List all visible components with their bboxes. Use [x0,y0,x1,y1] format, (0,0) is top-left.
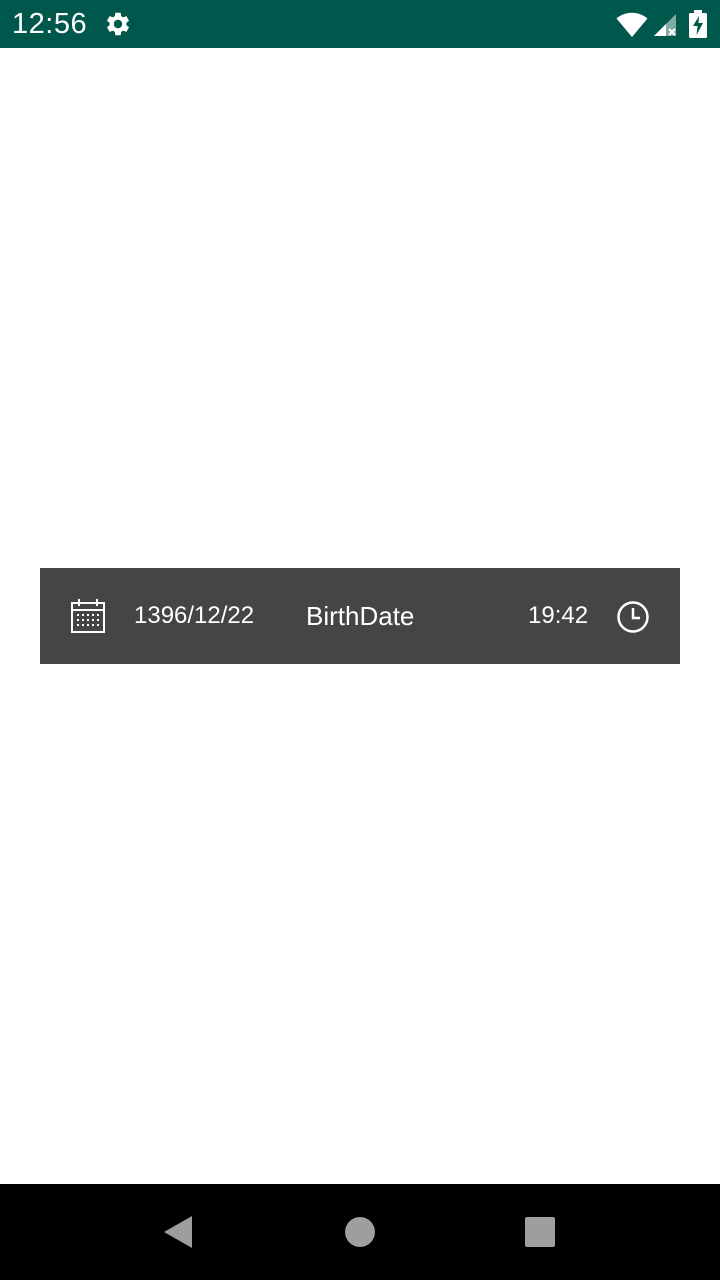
status-bar: 12:56 [0,0,720,48]
home-icon[interactable] [344,1216,376,1248]
battery-charging-icon [689,10,707,38]
gear-icon [107,12,129,36]
date-value[interactable]: 1396/12/22 [134,598,254,634]
calendar-icon[interactable] [70,598,106,634]
picker-title: BirthDate [306,601,415,631]
cell-signal-icon [654,14,676,36]
clock-icon[interactable] [616,600,650,634]
back-icon[interactable] [160,1214,196,1250]
time-value[interactable]: 19:42 [528,598,588,634]
navigation-bar [0,1184,720,1280]
main-content: 1396/12/22 BirthDate 19:42 [0,48,720,1184]
wifi-icon [616,12,648,38]
recents-icon[interactable] [524,1216,556,1248]
date-time-picker-bar: 1396/12/22 BirthDate 19:42 [40,568,680,664]
status-time: 12:56 [12,8,88,40]
